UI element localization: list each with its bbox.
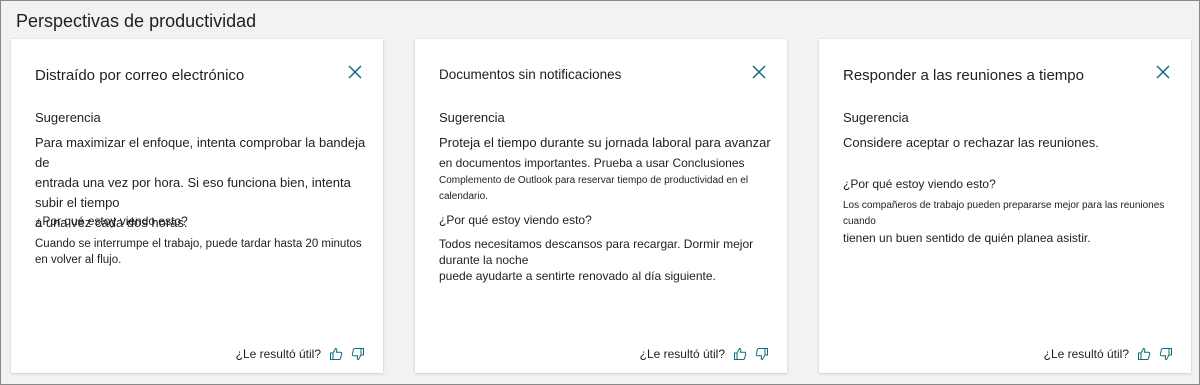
close-icon[interactable] [750,63,768,81]
card-title: Responder a las reuniones a tiempo [843,67,1084,84]
feedback-label: ¿Le resultó útil? [235,347,321,361]
section-title: Perspectivas de productividad [16,11,257,31]
suggestion-line: Complemento de Outlook para reservar tie… [439,175,749,202]
why-label: ¿Por qué estoy viendo esto? [35,214,188,228]
why-text: Los compañeros de trabajo pueden prepara… [843,198,1187,246]
suggestion-text: Proteja el tiempo durante su jornada lab… [439,133,783,205]
close-icon[interactable] [346,63,364,81]
why-line: Cuando se interrumpe el trabajo, puede t… [35,238,362,250]
why-label: ¿Por qué estoy viendo esto? [843,177,996,191]
close-icon[interactable] [1154,63,1172,81]
suggestion-text: Considere aceptar o rechazar las reunion… [843,133,1187,153]
why-line: Todos necesitamos descansos para recarga… [439,237,754,267]
feedback-label: ¿Le resultó útil? [639,347,725,361]
suggestion-label: Sugerencia [35,110,101,125]
suggestion-label: Sugerencia [843,110,909,125]
suggestion-line: en documentos importantes. Prueba a usar… [439,156,745,170]
suggestion-line: Para maximizar el enfoque, intenta compr… [35,135,366,170]
why-text: Todos necesitamos descansos para recarga… [439,236,783,284]
suggestion-label: Sugerencia [439,110,505,125]
insight-card-documents: Documentos sin notificaciones Sugerencia… [415,39,787,373]
why-line: Los compañeros de trabajo pueden prepara… [843,200,1165,227]
feedback-row: ¿Le resultó útil? [236,347,365,361]
card-title: Distraído por correo electrónico [35,67,245,84]
feedback-label: ¿Le resultó útil? [1043,347,1129,361]
insight-card-meetings: Responder a las reuniones a tiempo Suger… [819,39,1191,373]
why-text: Cuando se interrumpe el trabajo, puede t… [35,236,379,268]
insight-card-email: Distraído por correo electrónico Sugeren… [11,39,383,373]
feedback-row: ¿Le resultó útil? [1044,347,1173,361]
feedback-row: ¿Le resultó útil? [640,347,769,361]
suggestion-line: entrada una vez por hora. Si eso funcion… [35,175,351,210]
thumbs-down-icon[interactable] [1159,347,1173,361]
thumbs-up-icon[interactable] [329,347,343,361]
why-line: tienen un buen sentido de quién planea a… [843,231,1091,245]
thumbs-up-icon[interactable] [733,347,747,361]
productivity-insights-panel: Perspectivas de productividad Distraído … [0,0,1200,385]
why-line: puede ayudarte a sentirte renovado al dí… [439,269,716,283]
thumbs-down-icon[interactable] [351,347,365,361]
suggestion-line: Proteja el tiempo durante su jornada lab… [439,135,771,150]
why-label: ¿Por qué estoy viendo esto? [439,213,592,227]
thumbs-down-icon[interactable] [755,347,769,361]
suggestion-line: Considere aceptar o rechazar las reunion… [843,135,1099,150]
card-title: Documentos sin notificaciones [439,67,622,82]
thumbs-up-icon[interactable] [1137,347,1151,361]
why-line: en volver al flujo. [35,254,122,266]
